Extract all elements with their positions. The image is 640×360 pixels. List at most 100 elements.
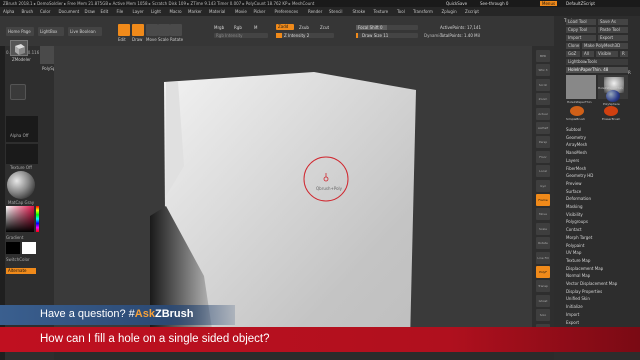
draw-button[interactable] bbox=[132, 24, 144, 36]
subpalette-fibermesh[interactable]: FiberMesh bbox=[566, 166, 586, 171]
shelf-button-persp[interactable]: Persp bbox=[536, 136, 550, 149]
shelf-button-rotate[interactable]: Rotate bbox=[536, 237, 550, 250]
shelf-button-floor[interactable]: Floor bbox=[536, 150, 550, 163]
menu-item-edit[interactable]: Edit bbox=[101, 9, 109, 14]
hue-strip[interactable] bbox=[36, 206, 39, 232]
alternate-button[interactable]: Alternate bbox=[6, 268, 36, 274]
shelf-button-scroll[interactable]: Scroll bbox=[536, 78, 550, 91]
load-tool-button[interactable]: Load Tool bbox=[566, 19, 596, 25]
subpalette-initialize[interactable]: Initialize bbox=[566, 304, 583, 309]
subpalette-surface[interactable]: Surface bbox=[566, 189, 581, 194]
color-picker[interactable] bbox=[6, 206, 34, 232]
shelf-button-frame[interactable]: Frame bbox=[536, 194, 550, 206]
move-button[interactable] bbox=[146, 24, 158, 36]
shelf-button-move[interactable]: Move bbox=[536, 208, 550, 221]
current-tool-slider[interactable]: HoleInPaperThin. 48 bbox=[566, 67, 628, 73]
menu-item-tool[interactable]: Tool bbox=[397, 9, 405, 14]
menu-item-stencil[interactable]: Stencil bbox=[329, 9, 343, 14]
menu-item-color[interactable]: Color bbox=[40, 9, 50, 14]
shelf-button-aahalf[interactable]: AAHalf bbox=[536, 122, 550, 134]
viewport-canvas[interactable]: Qbrush+Poly bbox=[54, 46, 532, 342]
live-boolean-button[interactable]: Live Boolean bbox=[68, 27, 102, 36]
subpalette-texture-map[interactable]: Texture Map bbox=[566, 258, 590, 263]
menu-item-brush[interactable]: Brush bbox=[22, 9, 34, 14]
menu-item-transform[interactable]: Transform bbox=[413, 9, 433, 14]
menu-item-layer[interactable]: Layer bbox=[133, 9, 144, 14]
zmodeler-thumbnail[interactable] bbox=[10, 40, 28, 56]
main-color-swatch[interactable] bbox=[6, 242, 20, 254]
menu-item-zplugin[interactable]: Zplugin bbox=[442, 9, 457, 14]
alpha-slot[interactable] bbox=[6, 116, 38, 142]
shelf-button-scale[interactable]: Scale bbox=[536, 222, 550, 235]
subpalette-contact[interactable]: Contact bbox=[566, 227, 582, 232]
rgb-button[interactable]: Rgb bbox=[234, 25, 242, 30]
subpalette-deformation[interactable]: Deformation bbox=[566, 196, 591, 201]
subpalette-displacement-map[interactable]: Displacement Map bbox=[566, 266, 603, 271]
shelf-button-transp[interactable]: Transp bbox=[536, 280, 550, 293]
menu-item-alpha[interactable]: Alpha bbox=[3, 9, 14, 14]
r-button[interactable]: R bbox=[620, 51, 628, 57]
subpalette-export[interactable]: Export bbox=[566, 320, 579, 325]
subpalette-unified-skin[interactable]: Unified Skin bbox=[566, 296, 590, 301]
subpalette-morph-target[interactable]: Morph Target bbox=[566, 235, 592, 240]
subpalette-display-properties[interactable]: Display Properties bbox=[566, 289, 602, 294]
default-zscript-button[interactable]: DefaultZScript bbox=[566, 1, 595, 6]
zadd-button[interactable]: Zadd bbox=[276, 24, 294, 30]
copy-tool-button[interactable]: Copy Tool bbox=[566, 27, 596, 33]
shelf-button-actual[interactable]: Actual bbox=[536, 107, 550, 120]
zsub-button[interactable]: Zsub bbox=[299, 25, 309, 30]
shelf-button-ghost[interactable]: Ghost bbox=[536, 294, 550, 307]
menu-item-marker[interactable]: Marker bbox=[188, 9, 202, 14]
subpalette-normal-map[interactable]: Normal Map bbox=[566, 273, 590, 278]
menus-button[interactable]: Menus bbox=[540, 1, 558, 6]
menu-item-draw[interactable]: Draw bbox=[85, 9, 95, 14]
m-button[interactable]: M bbox=[254, 25, 257, 30]
subpalette-masking[interactable]: Masking bbox=[566, 204, 583, 209]
dynamic-button[interactable]: Dynamic bbox=[424, 33, 442, 38]
shelf-button-polyf[interactable]: PolyF bbox=[536, 266, 550, 278]
texture-slot[interactable] bbox=[6, 144, 38, 164]
subpalette-subtool[interactable]: Subtool bbox=[566, 127, 581, 132]
visible-button[interactable]: Visible bbox=[596, 51, 618, 57]
secondary-color-swatch[interactable] bbox=[22, 242, 36, 254]
export-button[interactable]: Export bbox=[598, 35, 628, 41]
subpalette-geometry-hd[interactable]: Geometry HD bbox=[566, 173, 593, 178]
switchcolor-label[interactable]: SwitchColor bbox=[6, 257, 30, 262]
menu-item-movie[interactable]: Movie bbox=[235, 9, 247, 14]
menu-item-picker[interactable]: Picker bbox=[254, 9, 266, 14]
menu-item-texture[interactable]: Texture bbox=[374, 9, 389, 14]
subpalette-arraymesh[interactable]: ArrayMesh bbox=[566, 142, 587, 147]
subpalette-visibility[interactable]: Visibility bbox=[566, 212, 583, 217]
zcut-button[interactable]: Zcut bbox=[320, 25, 329, 30]
see-through-slider[interactable]: See-through 0 bbox=[480, 1, 508, 6]
shelf-button-local[interactable]: Local bbox=[536, 165, 550, 178]
subpalette-polypaint[interactable]: Polypaint bbox=[566, 243, 584, 248]
matcap-sphere[interactable] bbox=[7, 171, 35, 199]
menu-item-material[interactable]: Material bbox=[209, 9, 225, 14]
edit-button[interactable] bbox=[118, 24, 130, 36]
all-button[interactable]: All bbox=[582, 51, 594, 57]
menu-item-preferences[interactable]: Preferences bbox=[275, 9, 299, 14]
subpalette-geometry[interactable]: Geometry bbox=[566, 135, 586, 140]
menu-item-document[interactable]: Document bbox=[59, 9, 80, 14]
shelf-button-zoom[interactable]: Zoom bbox=[536, 93, 550, 106]
subpalette-preview[interactable]: Preview bbox=[566, 181, 582, 186]
simplebrush-thumb[interactable] bbox=[570, 106, 584, 116]
tool-thumb-1[interactable] bbox=[566, 75, 596, 99]
subpalette-import[interactable]: Import bbox=[566, 312, 579, 317]
menu-item-light[interactable]: Light bbox=[151, 9, 161, 14]
polysphere-thumb[interactable] bbox=[606, 90, 620, 102]
subpalette-nanomesh[interactable]: NanoMesh bbox=[566, 150, 587, 155]
goz-button[interactable]: GoZ bbox=[566, 51, 580, 57]
rotate-button[interactable] bbox=[170, 24, 182, 36]
shelf-button-bpr[interactable]: BPR bbox=[536, 50, 550, 62]
import-button[interactable]: Import bbox=[566, 35, 596, 41]
paste-tool-button[interactable]: Paste Tool bbox=[598, 27, 628, 33]
menu-item-stroke[interactable]: Stroke bbox=[353, 9, 366, 14]
scale-button[interactable] bbox=[158, 24, 170, 36]
shelf-button-solo[interactable]: Solo bbox=[536, 309, 550, 322]
shelf-button-line-fill[interactable]: Line Fill bbox=[536, 251, 550, 264]
menu-item-render[interactable]: Render bbox=[308, 9, 322, 14]
clone-button[interactable]: Clone bbox=[566, 43, 580, 49]
subpalette-uv-map[interactable]: UV Map bbox=[566, 250, 581, 255]
